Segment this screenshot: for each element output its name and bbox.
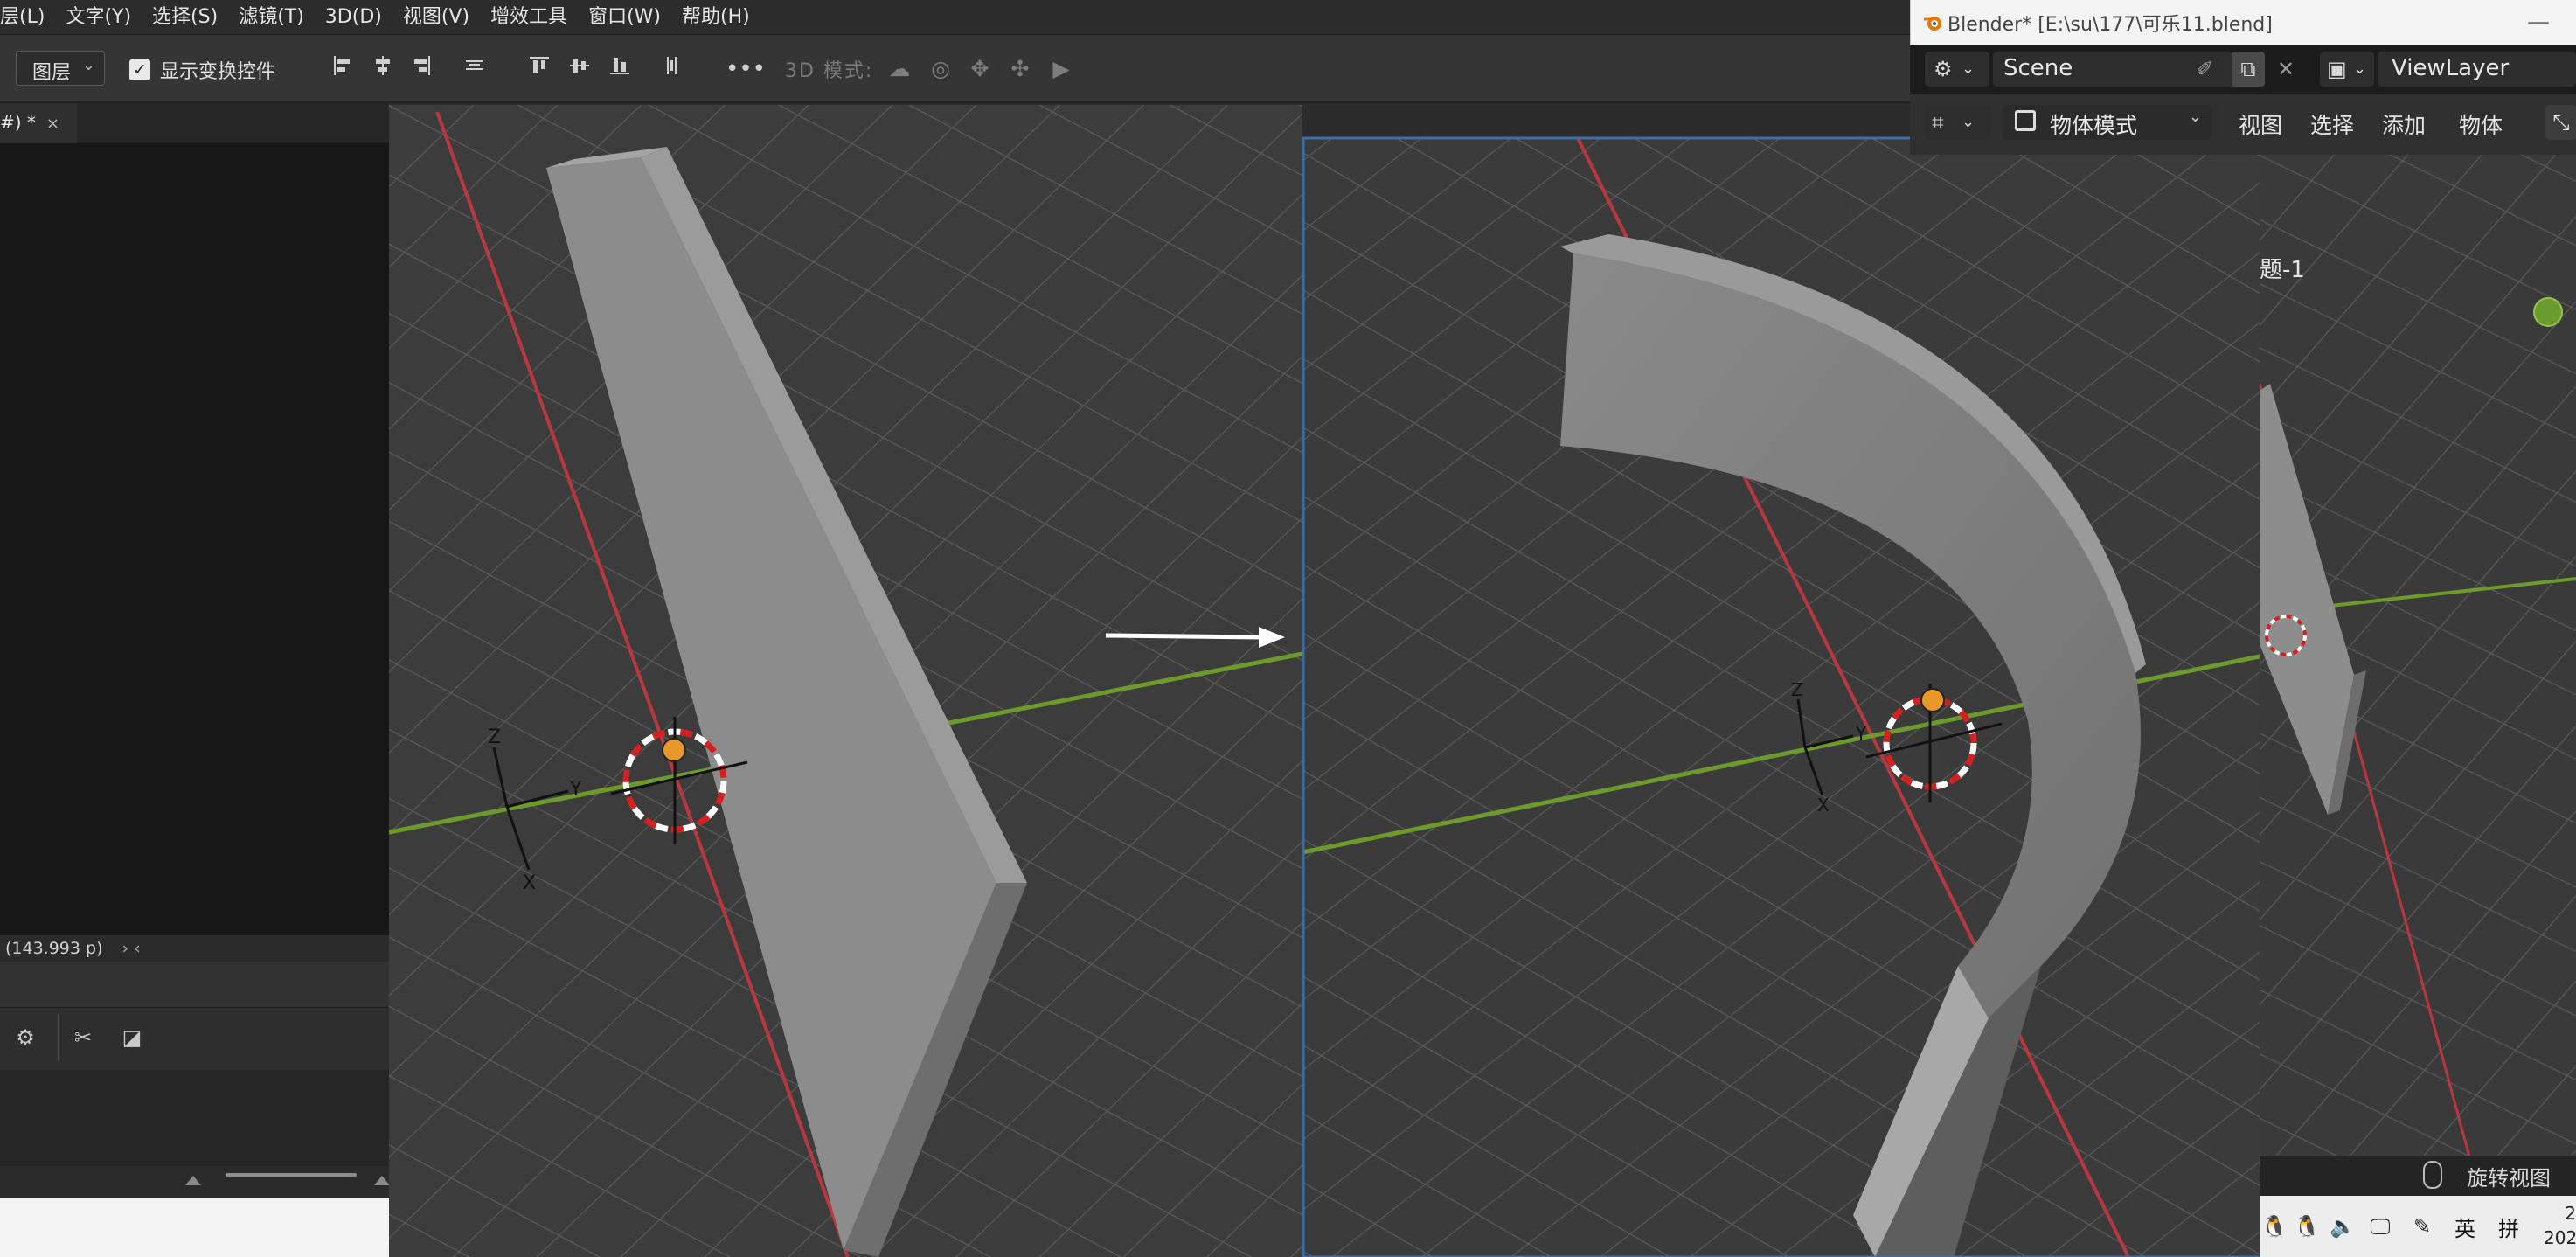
- gear-icon[interactable]: ⚙: [10, 1023, 40, 1052]
- document-tab[interactable]: #) * ×: [0, 103, 77, 143]
- align-bottom-icon[interactable]: [607, 54, 633, 84]
- timeline-body: [0, 1070, 389, 1175]
- image-stack-icon: ▣: [2327, 57, 2347, 81]
- scene-name: Scene: [2003, 55, 2073, 81]
- grid-axes-icon: ⌗: [1932, 110, 1944, 135]
- status-hint: 旋转视图: [2467, 1166, 2551, 1191]
- scene-type-dropdown[interactable]: ⚙ ⌄: [1925, 52, 1989, 87]
- layer-select-value: 图层: [32, 62, 72, 84]
- align-right-icon[interactable]: [408, 54, 434, 84]
- svg-text:Y: Y: [569, 779, 582, 801]
- menu-window[interactable]: 窗口(W): [578, 0, 671, 35]
- close-icon[interactable]: ✕: [2271, 52, 2301, 87]
- toolbar-divider: [58, 1014, 59, 1061]
- object-mode-icon: [2015, 110, 2036, 131]
- qq-icon[interactable]: 🐧: [2260, 1212, 2289, 1241]
- close-icon[interactable]: ×: [46, 115, 59, 133]
- status-bar: (143.993 p) › ‹: [0, 935, 389, 962]
- status-arrows[interactable]: › ‹: [122, 939, 141, 958]
- 3d-slide-icon[interactable]: ✣: [1007, 54, 1033, 84]
- menu-view[interactable]: 视图(V): [392, 0, 480, 35]
- ime-language[interactable]: 英: [2454, 1212, 2475, 1242]
- mouse-icon: [2423, 1161, 2442, 1189]
- viewport-object-label: 题-1: [2260, 257, 2305, 283]
- viewlayer-name: ViewLayer: [2392, 55, 2510, 81]
- 3d-mode-label: 3D 模式:: [785, 60, 874, 82]
- tab-strip: [77, 103, 389, 143]
- ime-mode[interactable]: 拼: [2498, 1212, 2519, 1242]
- pin-icon[interactable]: ✐: [2190, 52, 2219, 87]
- document-tab-title: #) *: [0, 112, 36, 133]
- svg-text:Y: Y: [1855, 723, 1867, 744]
- menu-object[interactable]: 物体: [2459, 108, 2503, 140]
- chevron-down-icon: ⌄: [81, 56, 95, 74]
- svg-text:X: X: [1817, 795, 1830, 816]
- mode-label: 物体模式: [2050, 113, 2138, 138]
- menu-plugins[interactable]: 增效工具: [480, 0, 578, 35]
- ps-menu-bar: 层(L) 文字(Y) 选择(S) 滤镜(T) 3D(D) 视图(V) 增效工具 …: [0, 0, 1910, 35]
- transition-icon[interactable]: ◪: [117, 1023, 147, 1052]
- clock-date: 202: [2544, 1227, 2576, 1248]
- svg-text:X: X: [523, 872, 536, 894]
- 3d-roll-icon[interactable]: ◎: [927, 54, 954, 84]
- light-object-icon: [2533, 297, 2563, 327]
- viewlayer-field[interactable]: ViewLayer: [2378, 52, 2576, 87]
- desktop-strip: [0, 1198, 389, 1257]
- editor-type-dropdown[interactable]: ⌗ ⌄: [1925, 105, 1991, 140]
- clock-time: 2: [2565, 1203, 2576, 1224]
- 3d-pan-icon[interactable]: ✥: [967, 54, 993, 84]
- scene-icon: ⚙: [1934, 57, 1953, 81]
- minimize-button[interactable]: —: [2521, 9, 2556, 35]
- blender-viewport: [2260, 155, 2576, 1156]
- chevron-down-icon: ⌄: [2353, 59, 2367, 78]
- pen-icon[interactable]: ✎: [2407, 1212, 2437, 1241]
- clock[interactable]: 2 202: [2544, 1201, 2576, 1250]
- ps-options-bar: [0, 35, 1910, 103]
- zoom-in-icon[interactable]: [374, 1176, 390, 1185]
- left-viewport: Z X Y: [389, 105, 1303, 1257]
- transform-tool-icon[interactable]: ⤡: [2545, 105, 2576, 140]
- copy-scene-icon[interactable]: ⧉: [2232, 52, 2265, 87]
- menu-select[interactable]: 选择: [2310, 108, 2354, 140]
- show-transform-checkbox[interactable]: ✓: [129, 59, 150, 80]
- panel-gap: [0, 962, 389, 1007]
- align-vcenter-icon[interactable]: [566, 54, 593, 84]
- menu-layer[interactable]: 层(L): [0, 0, 55, 35]
- menu-help[interactable]: 帮助(H): [671, 0, 760, 35]
- svg-text:Z: Z: [1791, 679, 1803, 700]
- right-viewport: Z X Y: [1302, 136, 2264, 1257]
- mode-dropdown[interactable]: 物体模式 ⌄: [2003, 105, 2212, 140]
- align-hcenter-icon[interactable]: [370, 54, 396, 84]
- zoom-out-icon[interactable]: [185, 1176, 201, 1185]
- qq-icon-2[interactable]: 🐧: [2292, 1212, 2322, 1241]
- distribute-vcenter-icon[interactable]: [462, 54, 488, 84]
- layer-select[interactable]: 图层 ⌄: [16, 51, 105, 86]
- 3d-orbit-icon[interactable]: ☁: [886, 54, 913, 84]
- blender-window-title: Blender* [E:\su\177\可乐11.blend]: [1948, 14, 2273, 36]
- status-text: (143.993 p): [5, 939, 103, 958]
- canvas-image: Z X Y Z X Y: [389, 105, 2264, 1257]
- menu-filter[interactable]: 滤镜(T): [228, 0, 315, 35]
- viewlayer-type-dropdown[interactable]: ▣ ⌄: [2320, 52, 2374, 87]
- menu-3d[interactable]: 3D(D): [315, 0, 392, 35]
- menu-add[interactable]: 添加: [2382, 108, 2426, 140]
- menu-select[interactable]: 选择(S): [142, 0, 228, 35]
- menu-type[interactable]: 文字(Y): [55, 0, 142, 35]
- menu-view[interactable]: 视图: [2239, 108, 2282, 140]
- display-icon[interactable]: 🖵: [2365, 1212, 2395, 1241]
- chevron-down-icon: ⌄: [1962, 113, 1975, 131]
- distribute-hcenter-icon[interactable]: [659, 54, 685, 84]
- chevron-down-icon: ⌄: [1962, 59, 1975, 78]
- show-transform-label: 显示变换控件: [160, 61, 276, 83]
- chevron-down-icon: ⌄: [2188, 108, 2202, 126]
- more-options-icon[interactable]: •••: [726, 54, 766, 84]
- 3d-camera-icon[interactable]: ▶: [1048, 54, 1074, 84]
- svg-text:Z: Z: [488, 726, 501, 748]
- align-top-icon[interactable]: [526, 54, 552, 84]
- scissors-icon[interactable]: ✂: [68, 1023, 98, 1052]
- align-left-icon[interactable]: [330, 54, 356, 84]
- zoom-slider[interactable]: [226, 1173, 357, 1177]
- blender-logo-icon: [1924, 17, 1941, 31]
- volume-icon[interactable]: 🔈: [2328, 1212, 2357, 1241]
